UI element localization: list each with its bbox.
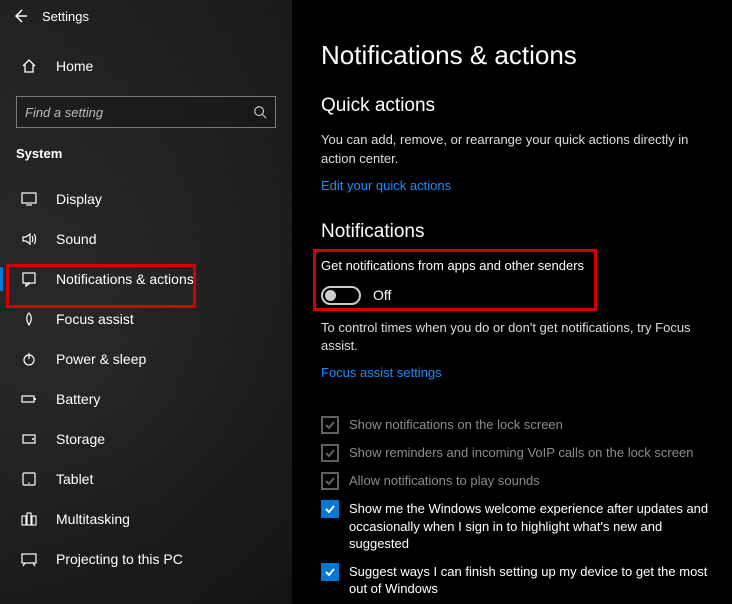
quick-actions-heading: Quick actions — [321, 95, 712, 117]
nav-item-label: Display — [56, 191, 102, 207]
nav-list: Display Sound Notifications & actions Focus… — [0, 179, 292, 579]
checkbox — [321, 472, 339, 490]
notifications-heading: Notifications — [321, 221, 712, 243]
checkbox — [321, 444, 339, 462]
notifications-icon — [20, 271, 38, 287]
nav-item-label: Tablet — [56, 471, 93, 487]
checkbox — [321, 416, 339, 434]
nav-item-label: Notifications & actions — [56, 271, 194, 287]
multitasking-icon — [20, 511, 38, 527]
search-box[interactable] — [16, 96, 276, 128]
sidebar: Settings Home System Display Sound Notific… — [0, 0, 293, 604]
edit-quick-actions-link[interactable]: Edit your quick actions — [321, 178, 451, 193]
window-title: Settings — [42, 9, 89, 24]
checkbox[interactable] — [321, 500, 339, 518]
storage-icon — [20, 431, 38, 447]
power-icon — [20, 351, 38, 367]
notifications-toggle[interactable] — [321, 286, 361, 305]
focus-assist-icon — [20, 311, 38, 327]
nav-item-label: Storage — [56, 431, 105, 447]
sound-icon — [20, 231, 38, 247]
nav-item-battery[interactable]: Battery — [0, 379, 292, 419]
display-icon — [20, 191, 38, 207]
nav-item-multitasking[interactable]: Multitasking — [0, 499, 292, 539]
check-row: Show reminders and incoming VoIP calls o… — [321, 444, 712, 462]
quick-actions-section: Quick actions You can add, remove, or re… — [321, 95, 712, 195]
nav-item-tablet[interactable]: Tablet — [0, 459, 292, 499]
check-label: Show reminders and incoming VoIP calls o… — [349, 444, 693, 462]
back-arrow-icon[interactable] — [12, 8, 28, 24]
nav-item-focus-assist[interactable]: Focus assist — [0, 299, 292, 339]
battery-icon — [20, 391, 38, 407]
check-label: Suggest ways I can finish setting up my … — [349, 563, 712, 598]
checkbox[interactable] — [321, 563, 339, 581]
nav-item-label: Power & sleep — [56, 351, 146, 367]
nav-item-notifications-actions[interactable]: Notifications & actions — [0, 259, 292, 299]
notification-checks: Show notifications on the lock screen Sho… — [321, 416, 712, 604]
nav-item-label: Battery — [56, 391, 100, 407]
check-label: Show notifications on the lock screen — [349, 416, 563, 434]
check-row: Suggest ways I can finish setting up my … — [321, 563, 712, 598]
check-row: Show me the Windows welcome experience a… — [321, 500, 712, 553]
notifications-toggle-row: Off — [321, 286, 712, 305]
home-label: Home — [56, 58, 93, 74]
page-title: Notifications & actions — [321, 40, 712, 71]
check-label: Allow notifications to play sounds — [349, 472, 540, 490]
nav-item-label: Projecting to this PC — [56, 551, 183, 567]
category-label: System — [0, 128, 292, 169]
focus-assist-link[interactable]: Focus assist settings — [321, 365, 442, 380]
tablet-icon — [20, 471, 38, 487]
projecting-icon — [20, 551, 38, 567]
home-icon — [20, 58, 38, 74]
quick-actions-desc: You can add, remove, or rearrange your q… — [321, 131, 712, 169]
nav-item-display[interactable]: Display — [0, 179, 292, 219]
nav-item-label: Focus assist — [56, 311, 134, 327]
check-label: Show me the Windows welcome experience a… — [349, 500, 712, 553]
main-panel: Notifications & actions Quick actions Yo… — [293, 0, 732, 604]
notifications-section: Notifications Get notifications from app… — [321, 221, 712, 305]
nav-item-projecting-to-this-pc[interactable]: Projecting to this PC — [0, 539, 292, 579]
search-icon — [253, 105, 267, 119]
focus-assist-desc: To control times when you do or don't ge… — [321, 319, 712, 357]
notifications-toggle-label: Get notifications from apps and other se… — [321, 257, 712, 276]
nav-item-power-sleep[interactable]: Power & sleep — [0, 339, 292, 379]
notifications-toggle-state: Off — [373, 287, 391, 303]
nav-item-storage[interactable]: Storage — [0, 419, 292, 459]
nav-item-label: Sound — [56, 231, 96, 247]
check-row: Allow notifications to play sounds — [321, 472, 712, 490]
check-row: Show notifications on the lock screen — [321, 416, 712, 434]
nav-item-label: Multitasking — [56, 511, 130, 527]
nav-item-sound[interactable]: Sound — [0, 219, 292, 259]
sidebar-header: Settings — [0, 0, 292, 32]
home-button[interactable]: Home — [0, 48, 292, 84]
search-input[interactable] — [25, 105, 253, 120]
